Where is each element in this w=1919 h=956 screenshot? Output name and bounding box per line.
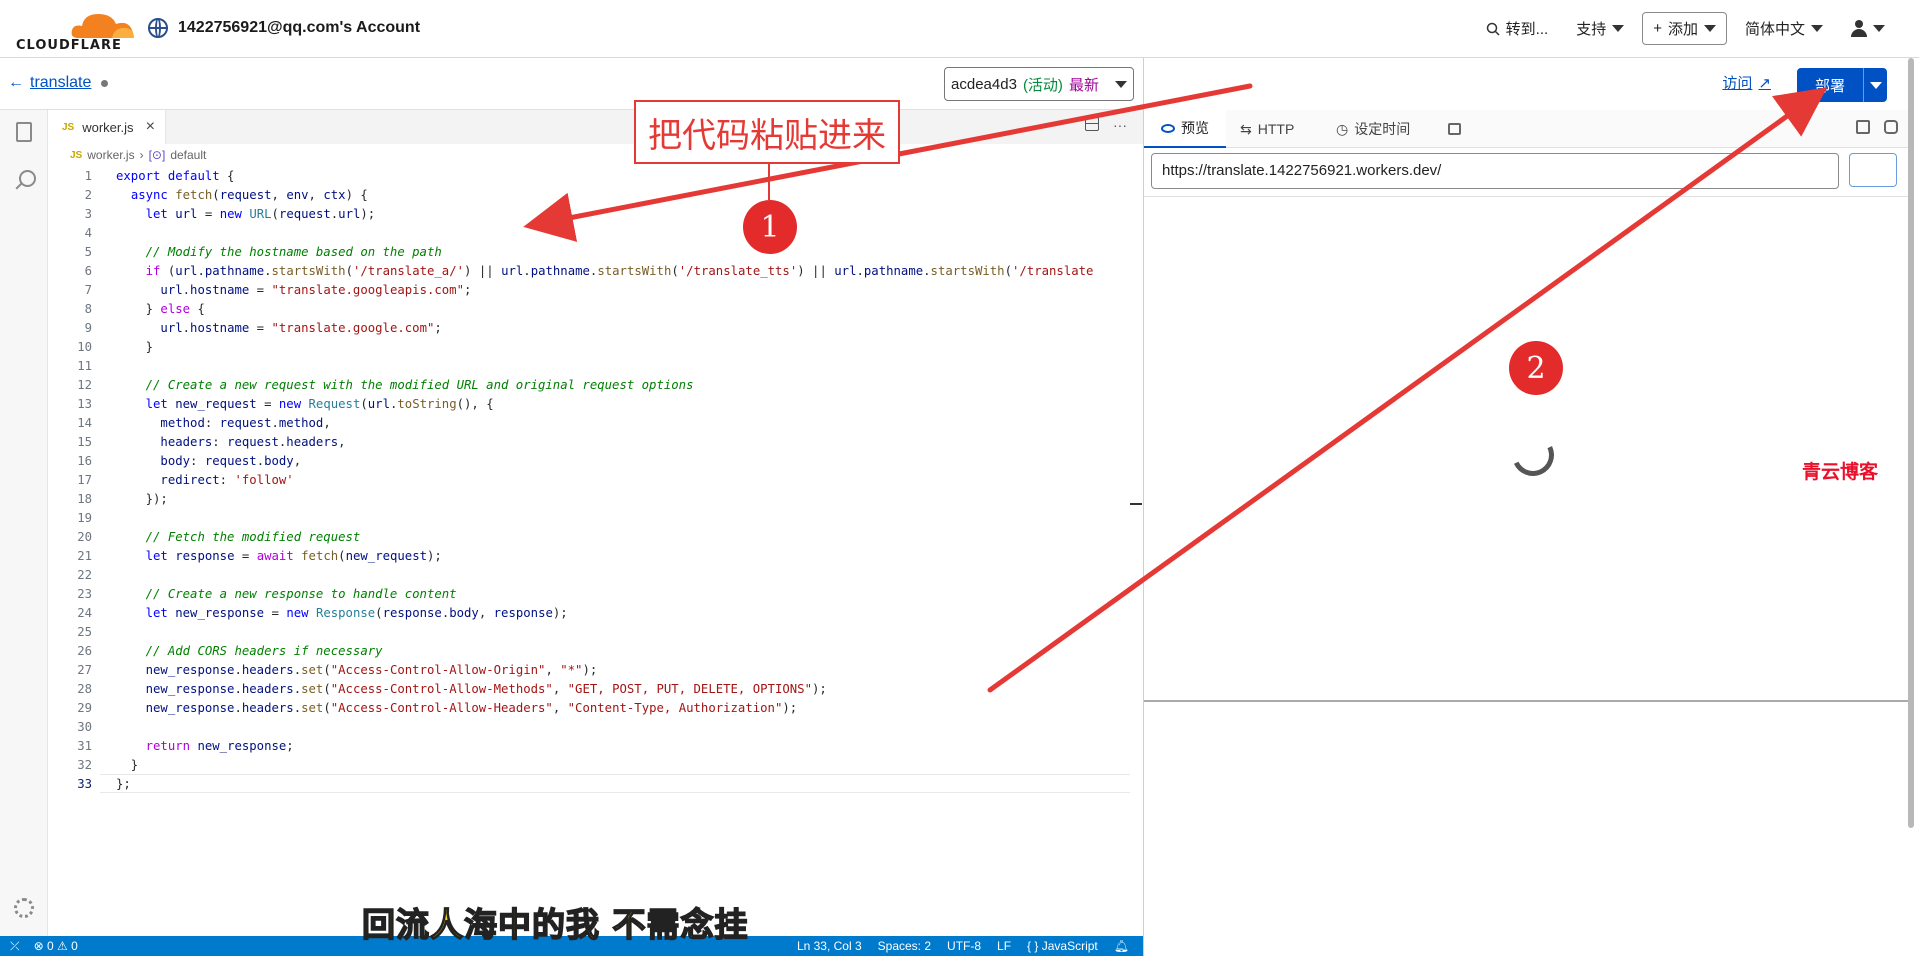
language-label: 简体中文 [1744, 21, 1805, 38]
goto-label: 转到... [1505, 21, 1549, 38]
tab-schedule[interactable]: ◷ 设定时间 [1336, 110, 1410, 148]
line-ending[interactable]: LF [997, 939, 1011, 953]
account-switcher[interactable]: 1422756921@qq.com's Account [148, 18, 420, 38]
tab-worker-js[interactable]: JS worker.js × [48, 110, 166, 144]
caret-down-icon [1612, 25, 1625, 32]
problems-count[interactable]: ⊗ 0 ⚠ 0 [34, 939, 78, 953]
activity-bar [0, 110, 48, 936]
top-nav: 转到... 支持 + 添加 简体中文 [1476, 12, 1895, 45]
logo-wordmark: CLOUDFLARE [16, 38, 122, 53]
indentation[interactable]: Spaces: 2 [878, 939, 931, 953]
step-badge-2: 2 [1509, 341, 1563, 395]
terminal-icon [1448, 123, 1461, 135]
user-icon [1851, 19, 1867, 38]
breadcrumb-symbol[interactable]: default [170, 148, 206, 162]
preview-devtools [1144, 700, 1908, 956]
tab-label: worker.js [82, 119, 134, 135]
language-mode[interactable]: { } JavaScript [1027, 939, 1098, 953]
cursor-position[interactable]: Ln 33, Col 3 [797, 939, 862, 953]
worker-subbar: ← translate acdea4d3 (活动) 最新 [0, 58, 1143, 110]
files-icon[interactable] [16, 122, 32, 142]
discord-icon[interactable] [1884, 120, 1898, 134]
version-select[interactable]: acdea4d3 (活动) 最新 [944, 67, 1134, 101]
breadcrumb: JS worker.js › [⊙] default [48, 144, 1128, 166]
globe-icon [148, 18, 168, 38]
split-editor-icon[interactable] [1085, 117, 1099, 131]
clock-icon: ◷ [1336, 120, 1349, 137]
remote-icon[interactable]: ⤫ [10, 939, 20, 954]
caret-down-icon [1703, 25, 1716, 32]
external-link-icon: ↗ [1758, 74, 1771, 92]
callout-stem [768, 164, 770, 200]
deploy-button[interactable]: 部署 [1797, 68, 1863, 102]
settings-icon[interactable] [14, 898, 34, 918]
cloudflare-logo[interactable]: CLOUDFLARE [16, 8, 134, 53]
tab-terminal[interactable] [1448, 110, 1461, 148]
top-bar: CLOUDFLARE 1422756921@qq.com's Account 转… [0, 0, 1919, 58]
preview-tabs: 预览 ⇆ HTTP ◷ 设定时间 [1144, 110, 1908, 148]
user-menu[interactable] [1841, 14, 1895, 44]
version-status: (活动) [1022, 76, 1063, 94]
code-editor[interactable]: 1 export default { 2 async fetch(request,… [48, 166, 1130, 936]
swap-icon: ⇆ [1240, 120, 1252, 137]
tab-preview[interactable]: 预览 [1144, 110, 1226, 148]
add-button[interactable]: + 添加 [1642, 12, 1727, 45]
plus-icon: + [1653, 20, 1662, 37]
deploy-bar: 访问 ↗ 部署 [1144, 58, 1909, 110]
layout-icon[interactable] [1856, 120, 1870, 134]
language-menu[interactable]: 简体中文 [1735, 12, 1833, 45]
preview-go-button[interactable] [1849, 153, 1897, 187]
caret-down-icon [1873, 25, 1885, 32]
tab-preview-label: 预览 [1181, 120, 1209, 136]
video-subtitle: 回流人海中的我 不需念挂 [361, 904, 749, 945]
deploy-button-group: 部署 [1796, 68, 1887, 102]
caret-down-icon [1811, 25, 1823, 32]
search-icon [1486, 22, 1500, 36]
annotation-callout: 把代码粘贴进来 [634, 100, 900, 164]
worker-name: translate [30, 74, 92, 91]
js-file-icon: JS [70, 149, 83, 161]
page-scrollbar[interactable] [1908, 58, 1914, 828]
unsaved-dot [101, 79, 109, 87]
more-actions-icon[interactable]: ··· [1113, 117, 1127, 133]
visit-label: 访问 [1722, 75, 1753, 92]
search-icon[interactable] [13, 170, 36, 192]
preview-tools [1856, 120, 1898, 134]
caret-down-icon [1869, 81, 1882, 89]
step-badge-1: 1 [743, 200, 797, 254]
symbol-icon: [⊙] [148, 148, 166, 162]
eye-icon [1161, 123, 1175, 133]
support-label: 支持 [1576, 21, 1607, 38]
tab-http[interactable]: ⇆ HTTP [1240, 110, 1294, 148]
goto-button[interactable]: 转到... [1476, 12, 1559, 45]
js-file-icon: JS [62, 121, 75, 133]
tab-http-label: HTTP [1257, 121, 1295, 137]
close-icon[interactable]: × [146, 118, 155, 136]
account-name: 1422756921@qq.com's Account [178, 19, 421, 36]
support-menu[interactable]: 支持 [1566, 12, 1634, 45]
cloud-icon [71, 14, 134, 38]
scroll-marker [1130, 503, 1142, 505]
add-label: 添加 [1667, 21, 1698, 38]
back-link[interactable]: ← translate [8, 74, 109, 92]
preview-url-input[interactable]: https://translate.1422756921.workers.dev… [1151, 153, 1839, 189]
chevron-right-icon: › [139, 148, 144, 162]
caret-down-icon [1114, 80, 1127, 88]
encoding[interactable]: UTF-8 [947, 939, 981, 953]
version-latest: 最新 [1068, 76, 1099, 94]
bell-icon[interactable]: 🔔︎ [1114, 939, 1129, 953]
version-id: acdea4d3 [951, 75, 1017, 93]
deploy-dropdown[interactable] [1863, 68, 1887, 102]
tab-schedule-label: 设定时间 [1354, 121, 1411, 137]
watermark: 青云博客 [1802, 461, 1879, 483]
editor-tabs: JS worker.js × ··· [48, 110, 1143, 144]
breadcrumb-file[interactable]: worker.js [87, 148, 134, 162]
editor-tab-tools: ··· [1085, 117, 1127, 133]
visit-link[interactable]: 访问 ↗ [1722, 72, 1771, 93]
back-arrow-icon: ← [8, 74, 24, 91]
